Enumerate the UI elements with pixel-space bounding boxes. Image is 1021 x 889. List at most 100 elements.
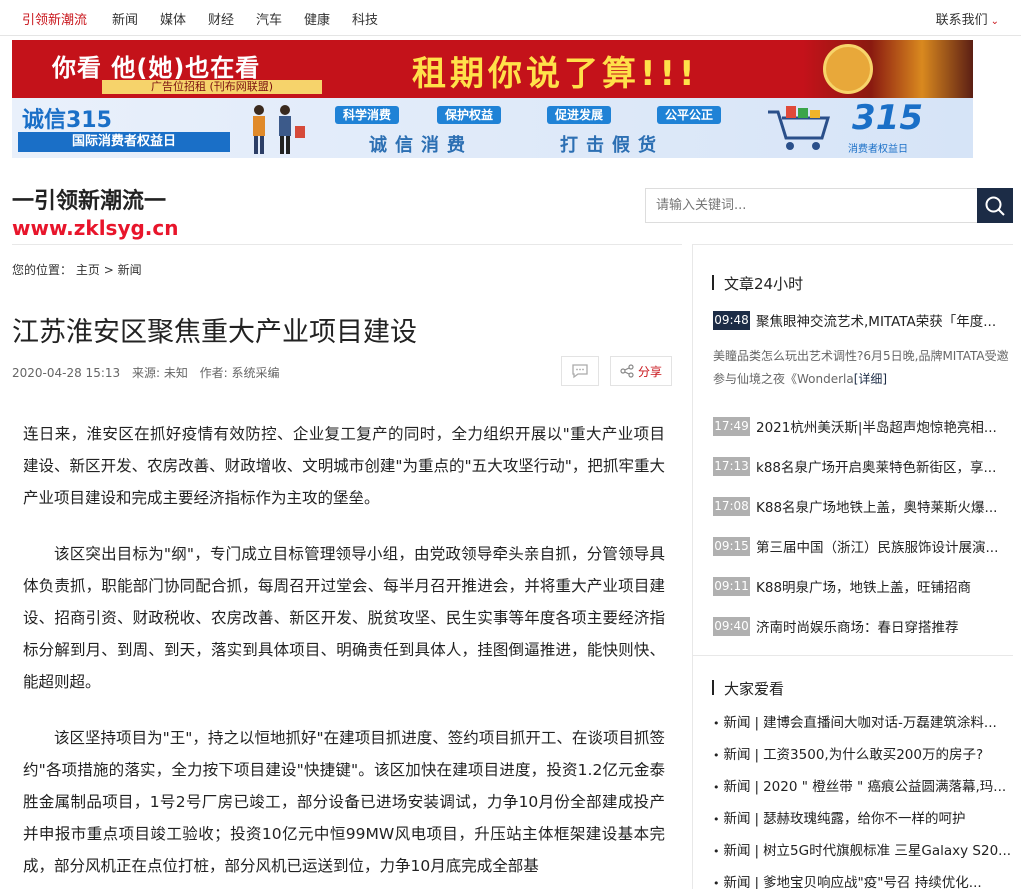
nav-item-news[interactable]: 新闻 xyxy=(112,9,138,28)
breadcrumb-label: 您的位置： xyxy=(12,263,73,277)
popular-item[interactable]: • 新闻 | 瑟赫玫瑰纯露，给你不一样的呵护 xyxy=(713,807,1013,827)
news-title[interactable]: 2021杭州美沃斯|半岛超声炮惊艳亮相... xyxy=(756,416,997,436)
popular-title[interactable]: 2020 " 橙丝带 " 癌痕公益圆满落幕,玛... xyxy=(763,779,1006,795)
share-label: 分享 xyxy=(637,364,662,379)
popular-title[interactable]: 树立5G时代旗舰标准 三星Galaxy S20... xyxy=(763,843,1011,859)
separator: | xyxy=(754,747,760,763)
featured-news-more-link[interactable]: [详细] xyxy=(854,372,887,386)
popular-category[interactable]: 新闻 xyxy=(724,779,751,795)
shopping-cart-icon xyxy=(768,106,831,150)
breadcrumb-home[interactable]: 主页 xyxy=(76,263,100,277)
bullet-icon: • xyxy=(713,717,720,730)
ad-315-subtitle: 国际消费者权益日 xyxy=(18,132,230,152)
news-item[interactable]: 17:08 K88名泉广场地铁上盖，奥特莱斯火爆... xyxy=(713,496,1013,516)
share-icon xyxy=(620,364,634,378)
sidebar-divider xyxy=(693,244,1013,245)
news-title[interactable]: K88明泉广场，地铁上盖，旺铺招商 xyxy=(756,576,971,596)
ad-315-title: 诚信315 xyxy=(22,108,112,133)
popular-title[interactable]: 瑟赫玫瑰纯露，给你不一样的呵护 xyxy=(763,811,966,827)
ad-315-slogan: 诚信消费 xyxy=(369,135,473,156)
nav-item-home[interactable]: 引领新潮流 xyxy=(22,9,87,28)
news-item[interactable]: 09:11 K88明泉广场，地铁上盖，旺铺招商 xyxy=(713,576,1013,596)
site-logo-url[interactable]: www.zklsyg.cn xyxy=(12,216,179,240)
sidebar-section-divider xyxy=(693,655,1013,656)
separator: | xyxy=(754,875,760,889)
ad-315-tag: 科学消费 xyxy=(335,106,400,124)
nav-item-finance[interactable]: 财经 xyxy=(208,9,234,28)
featured-news-title[interactable]: 聚焦眼神交流艺术,MITATA荣获「年度... xyxy=(756,310,996,330)
content-divider xyxy=(12,244,682,245)
news-time-badge: 09:15 xyxy=(713,536,750,556)
popular-item[interactable]: • 新闻 | 2020 " 橙丝带 " 癌痕公益圆满落幕,玛... xyxy=(713,775,1013,795)
bullet-icon: • xyxy=(713,781,720,794)
featured-news-desc: 美瞳品类怎么玩出艺术调性?6月5日晚,品牌MITATA受邀参与仙境之夜《Wond… xyxy=(713,345,1013,391)
news-item[interactable]: 09:15 第三届中国（浙江）民族服饰设计展演... xyxy=(713,536,1013,556)
popular-category[interactable]: 新闻 xyxy=(724,811,751,827)
news-title[interactable]: 第三届中国（浙江）民族服饰设计展演... xyxy=(756,536,998,556)
search-icon xyxy=(985,196,1005,216)
ad-banner-rent-headline: 租期你说了算!!! xyxy=(412,54,699,94)
news-title[interactable]: 济南时尚娱乐商场：春日穿搭推荐 xyxy=(756,616,959,636)
breadcrumb-news[interactable]: 新闻 xyxy=(118,263,142,277)
nav-item-auto[interactable]: 汽车 xyxy=(256,9,282,28)
article-paragraph: 该区坚持项目为"王"，持之以恒地抓好"在建项目抓进度、签约项目抓开工、在谈项目抓… xyxy=(23,729,665,875)
popular-item[interactable]: • 新闻 | 树立5G时代旗舰标准 三星Galaxy S20... xyxy=(713,839,1013,859)
popular-category[interactable]: 新闻 xyxy=(724,843,751,859)
popular-item[interactable]: • 新闻 | 工资3500,为什么敢买200万的房子? xyxy=(713,743,1013,763)
popular-category[interactable]: 新闻 xyxy=(724,715,751,731)
article-meta: 2020-04-28 15:13 来源: 未知 作者: 系统采编 xyxy=(12,364,288,381)
nav-item-health[interactable]: 健康 xyxy=(304,9,330,28)
shoppers-illustration xyxy=(253,105,305,154)
separator: | xyxy=(754,715,760,731)
bullet-icon: • xyxy=(713,749,720,762)
decorative-disc xyxy=(823,44,873,94)
comment-button[interactable] xyxy=(561,356,599,386)
news-item[interactable]: 09:40 济南时尚娱乐商场：春日穿搭推荐 xyxy=(713,616,1013,636)
chevron-down-icon: ⌄ xyxy=(990,16,999,27)
news-time-badge: 09:48 xyxy=(713,310,750,330)
share-button[interactable]: 分享 xyxy=(610,356,672,386)
popular-title[interactable]: 爹地宝贝响应战"疫"号召 持续优化... xyxy=(763,875,982,889)
popular-title[interactable]: 建博会直播间大咖对话-万磊建筑涂料... xyxy=(763,715,997,731)
news-item[interactable]: 17:13 k88名泉广场开启奥莱特色新街区，享... xyxy=(713,456,1013,476)
popular-title[interactable]: 工资3500,为什么敢买200万的房子? xyxy=(763,747,983,763)
bullet-icon: • xyxy=(713,845,720,858)
popular-category[interactable]: 新闻 xyxy=(724,747,751,763)
article-date: 2020-04-28 15:13 xyxy=(12,366,121,380)
bullet-icon: • xyxy=(713,877,720,889)
search-input[interactable] xyxy=(645,188,977,223)
popular-item[interactable]: • 新闻 | 爹地宝贝响应战"疫"号召 持续优化... xyxy=(713,871,1013,889)
nav-item-media[interactable]: 媒体 xyxy=(160,9,186,28)
news-title[interactable]: K88名泉广场地铁上盖，奥特莱斯火爆... xyxy=(756,496,997,516)
popular-category[interactable]: 新闻 xyxy=(724,875,751,889)
contact-menu[interactable]: 联系我们 ⌄ xyxy=(936,9,999,28)
search-button[interactable] xyxy=(977,188,1013,223)
ad-315-slogan: 打击假货 xyxy=(560,135,664,156)
ad-315-tag: 促进发展 xyxy=(547,106,612,124)
comment-icon xyxy=(572,364,588,379)
news-time-badge: 17:08 xyxy=(713,496,750,516)
news-item[interactable]: 17:49 2021杭州美沃斯|半岛超声炮惊艳亮相... xyxy=(713,416,1013,436)
top-nav: 引领新潮流 新闻 媒体 财经 汽车 健康 科技 联系我们 ⌄ xyxy=(0,0,1021,36)
ad-banner-rent[interactable]: 你看 他(她)也在看 广告位招租 (刊布网联盟) 租期你说了算!!! xyxy=(12,40,973,98)
article-paragraph: 该区突出目标为"纲"，专门成立目标管理领导小组，由党政领导牵头亲自抓，分管领导具… xyxy=(23,545,665,691)
ad-banner-rent-left: 你看 他(她)也在看 xyxy=(52,54,261,82)
article-paragraph: 连日来，淮安区在抓好疫情有效防控、企业复工复产的同时，全力组织开展以"重大产业项… xyxy=(23,425,665,507)
site-logo-title[interactable]: 一引领新潮流一 xyxy=(12,183,166,215)
bullet-icon: • xyxy=(713,813,720,826)
ad-315-tag: 公平公正 xyxy=(657,106,722,124)
popular-item[interactable]: • 新闻 | 建博会直播间大咖对话-万磊建筑涂料... xyxy=(713,711,1013,731)
article-source: 来源: 未知 xyxy=(131,366,188,380)
nav-item-tech[interactable]: 科技 xyxy=(352,9,378,28)
news-title[interactable]: k88名泉广场开启奥莱特色新街区，享... xyxy=(756,456,996,476)
article-author: 作者: 系统采编 xyxy=(199,366,280,380)
breadcrumb: 您的位置： 主页 > 新闻 xyxy=(12,261,142,278)
contact-label: 联系我们 xyxy=(935,13,988,28)
separator: | xyxy=(754,811,760,827)
sidebar-heading-popular: 大家爱看 xyxy=(712,678,784,699)
featured-news-item[interactable]: 09:48 聚焦眼神交流艺术,MITATA荣获「年度... xyxy=(713,310,1013,330)
ad-banner-rent-sub: 广告位招租 (刊布网联盟) xyxy=(102,80,322,94)
news-time-badge: 09:40 xyxy=(713,616,750,636)
breadcrumb-separator: > xyxy=(103,263,114,277)
ad-banner-315[interactable]: 诚信315 国际消费者权益日 科学消费 保护权益 促进发展 公平公正 诚信消费 … xyxy=(12,98,973,158)
